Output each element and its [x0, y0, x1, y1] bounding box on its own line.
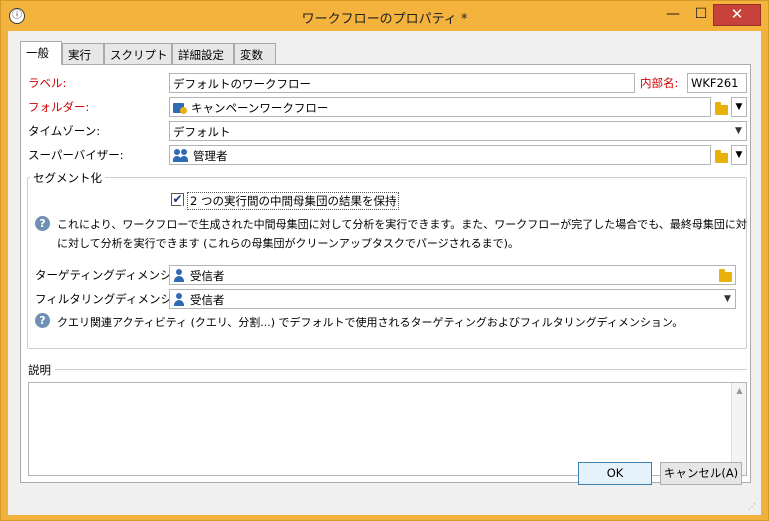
folder-input[interactable]: キャンペーンワークフロー — [169, 97, 711, 117]
supervisor-input[interactable]: 管理者 — [169, 145, 711, 165]
folder-value: キャンペーンワークフロー — [191, 101, 329, 115]
internal-name-label: 内部名: — [640, 76, 679, 90]
mouse-cursor — [177, 203, 187, 217]
targeting-dimension-input[interactable]: 受信者 — [169, 265, 736, 285]
timezone-select[interactable]: デフォルト ▼ — [169, 121, 747, 141]
dialog-client: 一般 実行 スクリプト 詳細設定 変数 ラベル: デフォルトのワークフロー 内部… — [8, 31, 761, 515]
resize-grip-icon[interactable]: ⋰ — [748, 502, 758, 512]
supervisor-field-label: スーパーバイザー: — [28, 148, 124, 162]
internal-name-input[interactable]: WKF261 — [687, 73, 747, 93]
timezone-value: デフォルト — [173, 125, 231, 139]
label-field-label: ラベル: — [28, 76, 67, 90]
description-divider — [55, 369, 747, 370]
tab-variables[interactable]: 変数 — [234, 43, 276, 64]
description-value — [29, 383, 746, 387]
properties-window: ⓘ ワークフローのプロパティ * — ☐ ✕ 一般 実行 スクリプト 詳細設定 … — [0, 0, 769, 521]
tab-execution[interactable]: 実行 — [62, 43, 104, 64]
filtering-dimension-select[interactable]: 受信者 ▼ — [169, 289, 736, 309]
supervisor-value: 管理者 — [193, 149, 228, 163]
title-bar[interactable]: ⓘ ワークフローのプロパティ * — ☐ ✕ — [1, 1, 768, 31]
query-dimension-help: クエリ関連アクティビティ (クエリ、分割...) でデフォルトで使用されるターゲ… — [57, 316, 684, 329]
tab-advanced[interactable]: 詳細設定 — [172, 43, 234, 64]
person-icon — [173, 293, 185, 306]
folder-dropdown-button[interactable]: ▼ — [731, 97, 747, 117]
scroll-up-icon[interactable]: ▲ — [732, 383, 747, 398]
label-input[interactable]: デフォルトのワークフロー — [169, 73, 635, 93]
campaign-folder-icon — [173, 101, 187, 114]
window-title: ワークフローのプロパティ * — [301, 12, 468, 27]
tab-script[interactable]: スクリプト — [104, 43, 172, 64]
keep-results-label[interactable]: 2 つの実行間の中間母集団の結果を保持 — [187, 192, 400, 210]
chevron-down-icon: ▼ — [735, 126, 742, 136]
supervisor-dropdown-button[interactable]: ▼ — [731, 145, 747, 165]
folder-field-label: フォルダー: — [28, 100, 90, 114]
supervisor-browse-icon[interactable] — [715, 150, 728, 163]
segmentation-legend: セグメント化 — [30, 170, 105, 186]
filtering-dimension-value: 受信者 — [190, 293, 225, 307]
person-icon — [173, 269, 185, 282]
keep-results-help-line1: これにより、ワークフローで生成された中間母集団に対して分析を実行できます。また、… — [57, 218, 747, 231]
chevron-down-icon: ▼ — [724, 294, 731, 304]
timezone-field-label: タイムゾーン: — [28, 124, 101, 138]
minimize-button[interactable]: — — [659, 4, 687, 26]
user-group-icon — [173, 149, 189, 162]
maximize-button[interactable]: ☐ — [687, 4, 715, 26]
keep-results-help-line2: に対して分析を実行できます (これらの母集団がクリーンアップタスクでパージされる… — [57, 237, 519, 250]
description-legend: 説明 — [28, 363, 51, 377]
targeting-dimension-value: 受信者 — [190, 269, 225, 283]
close-button[interactable]: ✕ — [713, 4, 761, 26]
folder-browse-icon[interactable] — [715, 102, 728, 115]
targeting-browse-icon[interactable] — [719, 269, 732, 282]
tab-general[interactable]: 一般 — [20, 41, 62, 65]
ok-button[interactable]: OK — [578, 462, 652, 485]
help-icon: ? — [35, 216, 50, 231]
general-panel: ラベル: デフォルトのワークフロー 内部名: WKF261 フォルダー: キャン… — [20, 64, 751, 483]
help-icon: ? — [35, 313, 50, 328]
cancel-button[interactable]: キャンセル(A) — [660, 462, 742, 485]
